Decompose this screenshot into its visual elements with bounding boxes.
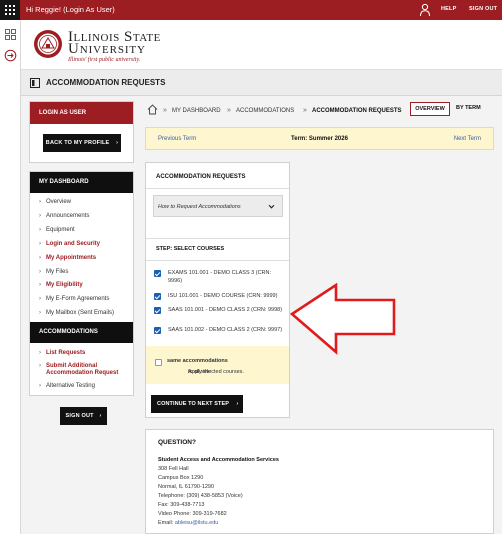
- login-as-user-card: LOGIN AS USER BACK TO MY PROFILE ›: [29, 101, 134, 163]
- chevron-down-icon: [268, 204, 275, 209]
- user-icon[interactable]: [419, 3, 431, 17]
- chevron-right-icon: ›: [39, 213, 41, 219]
- user-greeting: Hi Reggie! (Login As User): [26, 5, 115, 14]
- sidebar-item-announcements[interactable]: › Announcements: [39, 213, 89, 219]
- chevron-right-icon: ›: [39, 296, 41, 302]
- chevron-right-icon: ›: [236, 401, 239, 407]
- continue-next-step-button[interactable]: CONTINUE TO NEXT STEP ›: [151, 395, 243, 413]
- sidebar-item-eligibility[interactable]: › My Eligibility: [39, 282, 83, 288]
- breadcrumb-dashboard[interactable]: MY DASHBOARD: [172, 108, 221, 114]
- course-checkbox[interactable]: [154, 293, 161, 300]
- tagline: Illinois' first public university.: [68, 57, 141, 63]
- breadcrumb-accommodations[interactable]: ACCOMMODATIONS: [236, 108, 294, 114]
- address-line: 308 Fell Hall: [158, 466, 189, 472]
- question-title: QUESTION?: [158, 439, 196, 446]
- next-term-link[interactable]: Next Term: [454, 136, 481, 142]
- chevron-right-icon: ›: [99, 413, 102, 419]
- back-to-profile-button[interactable]: BACK TO MY PROFILE ›: [43, 134, 121, 152]
- sidebar-sign-out-button[interactable]: SIGN OUT ›: [60, 407, 107, 425]
- address-line: Campus Box 1290: [158, 475, 204, 481]
- top-bar: Hi Reggie! (Login As User) HELP SIGN OUT: [0, 0, 502, 20]
- left-rail: [0, 20, 21, 534]
- dashboard-icon[interactable]: [4, 28, 17, 41]
- email-link[interactable]: ableisu@ilstu.edu: [175, 520, 219, 526]
- sidebar-item-login-security[interactable]: › Login and Security: [39, 241, 100, 247]
- breadcrumb-separator: »: [227, 107, 231, 114]
- by-term-tab[interactable]: BY TERM: [456, 105, 481, 111]
- sidebar-item-list-requests[interactable]: › List Requests: [39, 350, 85, 356]
- grid-icon[interactable]: [0, 0, 20, 20]
- sidebar-item-alt-testing[interactable]: › Alternative Testing: [39, 383, 95, 389]
- telephone: Telephone: (309) 438-5853 (Voice): [158, 493, 243, 499]
- sidebar-item-eform[interactable]: › My E-Form Agreements: [39, 296, 109, 302]
- annotation-arrow-icon: [290, 283, 396, 355]
- divider: [146, 260, 289, 261]
- breadcrumb-current: ACCOMMODATION REQUESTS: [312, 108, 402, 114]
- sidebar-item-equipment[interactable]: › Equipment: [39, 227, 75, 233]
- apply-same-accommodations[interactable]: Apply the same accommodations to all sel…: [146, 346, 289, 384]
- chevron-right-icon: ›: [39, 282, 41, 288]
- wordmark-line2: University: [68, 41, 146, 57]
- fax: Fax: 309-438-7713: [158, 502, 205, 508]
- current-term: Term: Summer 2026: [291, 136, 348, 142]
- overview-tab[interactable]: OVERVIEW: [410, 102, 450, 116]
- step-title: STEP: SELECT COURSES: [156, 246, 225, 252]
- course-checkbox[interactable]: [154, 307, 161, 314]
- chevron-right-icon: ›: [39, 255, 41, 261]
- home-icon[interactable]: [147, 104, 158, 115]
- logout-icon[interactable]: [4, 49, 17, 62]
- page-title-bar: ACCOMMODATION REQUESTS: [21, 70, 502, 96]
- office-name: Student Access and Accommodation Service…: [158, 457, 279, 463]
- breadcrumb-separator: »: [163, 107, 167, 114]
- accommodations-heading: ACCOMMODATIONS: [30, 322, 133, 343]
- chevron-right-icon: ›: [39, 269, 41, 275]
- chevron-right-icon: ›: [39, 227, 41, 233]
- accommodation-request-panel: ACCOMMODATION REQUESTS How to Request Ac…: [145, 162, 290, 418]
- dashboard-card: MY DASHBOARD › Overview › Announcements › E…: [29, 171, 134, 396]
- page-icon: [30, 78, 40, 88]
- sidebar-item-files[interactable]: › My Files: [39, 269, 68, 275]
- chevron-right-icon: ›: [39, 350, 41, 356]
- chevron-right-icon: ›: [39, 241, 41, 247]
- login-as-user-heading: LOGIN AS USER: [30, 102, 133, 124]
- chevron-right-icon: ›: [116, 140, 119, 146]
- apply-all-checkbox[interactable]: [155, 359, 162, 366]
- how-to-request-dropdown[interactable]: How to Request Accommodations: [153, 195, 283, 217]
- email-line: Email: ableisu@ilstu.edu: [158, 520, 219, 526]
- previous-term-link[interactable]: Previous Term: [158, 136, 196, 142]
- page-title: ACCOMMODATION REQUESTS: [46, 78, 166, 87]
- course-checkbox[interactable]: [154, 327, 161, 334]
- divider: [146, 188, 289, 189]
- divider: [146, 238, 289, 239]
- address-line: Normal, IL 61790-1290: [158, 484, 215, 490]
- dashboard-heading: MY DASHBOARD: [30, 172, 133, 193]
- question-contact-box: QUESTION? Student Access and Accommodati…: [145, 429, 494, 534]
- site-header: Illinois State University Illinois' firs…: [21, 20, 502, 70]
- term-navigation: Term: Summer 2026 Previous Term Next Ter…: [145, 127, 494, 150]
- chevron-right-icon: ›: [39, 199, 41, 205]
- chevron-right-icon: ›: [39, 310, 41, 316]
- sign-out-link[interactable]: SIGN OUT: [469, 6, 497, 12]
- breadcrumb-separator: »: [303, 107, 307, 114]
- course-checkbox[interactable]: [154, 270, 161, 277]
- chevron-right-icon: ›: [39, 363, 41, 369]
- help-link[interactable]: HELP: [441, 6, 456, 12]
- panel-title: ACCOMMODATION REQUESTS: [156, 174, 246, 180]
- sidebar-item-appointments[interactable]: › My Appointments: [39, 255, 96, 261]
- sidebar-item-submit-request[interactable]: › Submit Additional Accommodation Request: [39, 363, 118, 377]
- sidebar-item-mailbox[interactable]: › My Mailbox (Sent Emails): [39, 310, 114, 316]
- sidebar-item-overview[interactable]: › Overview: [39, 199, 71, 205]
- video-phone: Video Phone: 309-319-7682: [158, 511, 227, 517]
- university-seal-icon[interactable]: [33, 29, 63, 59]
- chevron-right-icon: ›: [39, 383, 41, 389]
